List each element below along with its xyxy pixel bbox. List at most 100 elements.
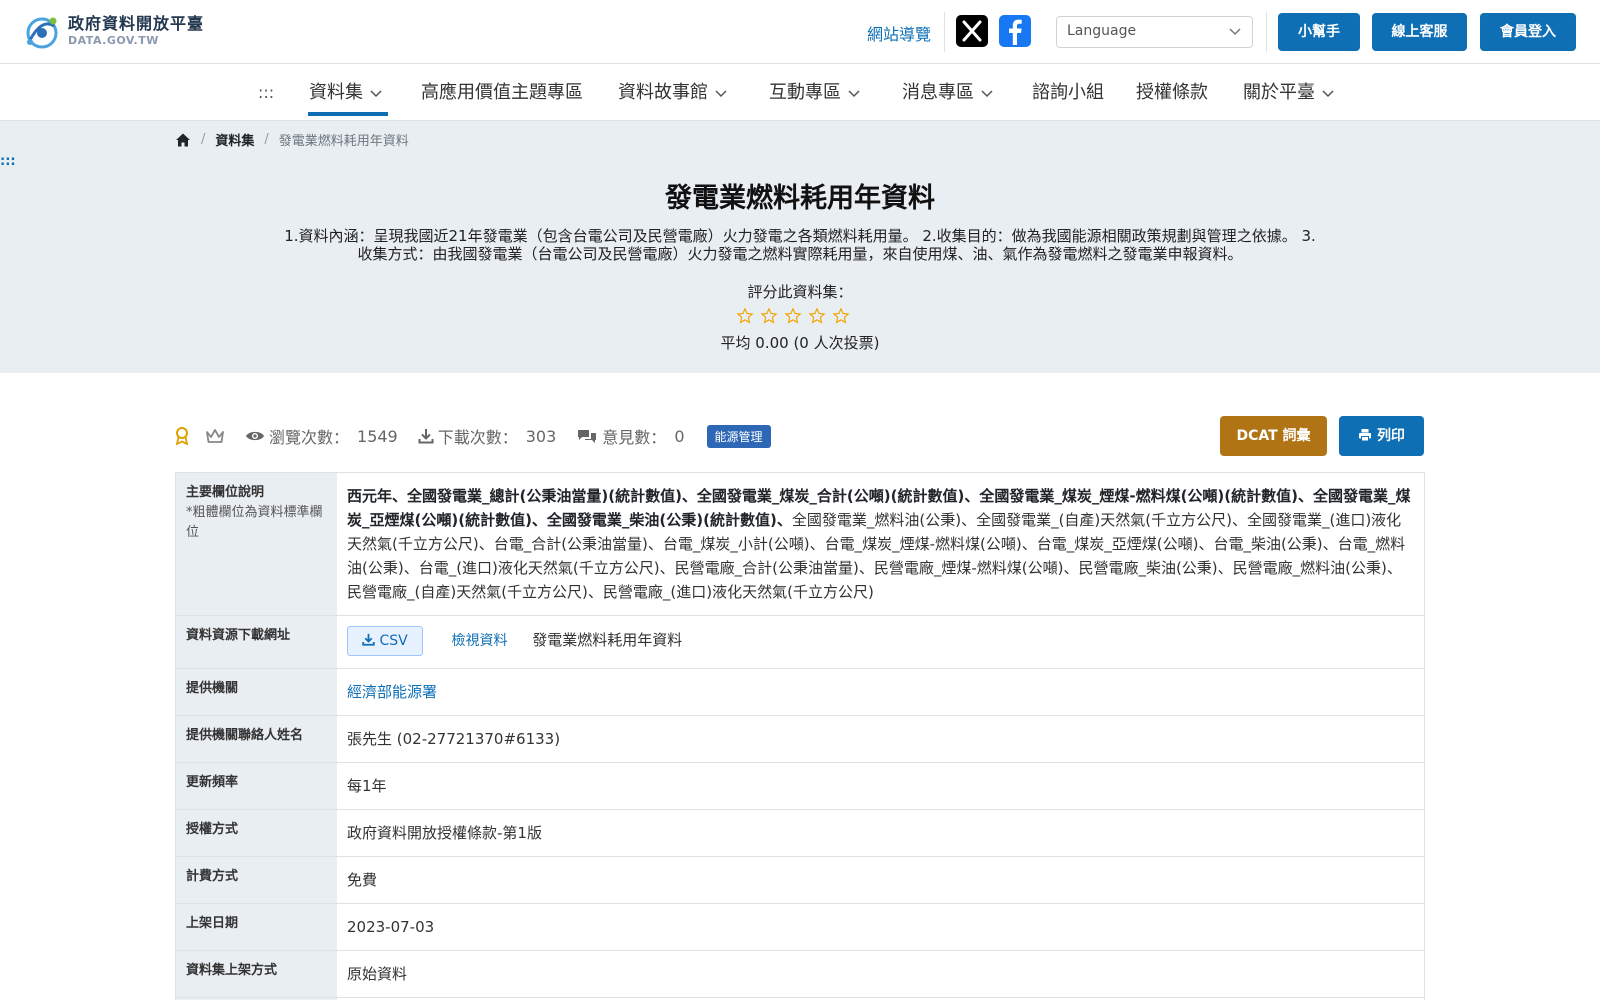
breadcrumb-separator: / — [201, 132, 206, 147]
online-service-button[interactable]: 線上客服 — [1372, 13, 1467, 51]
table-row: 資料集上架方式 原始資料 — [176, 951, 1424, 998]
x-twitter-icon[interactable] — [956, 15, 988, 47]
nav-item-label: 互動專區 — [769, 82, 841, 103]
nav-item-license[interactable]: 授權條款 — [1136, 64, 1208, 121]
csv-download-button[interactable]: CSV — [347, 626, 423, 656]
language-select-value: Language — [1067, 23, 1137, 39]
nav-accesskey[interactable]: ::: — [258, 64, 274, 121]
nav-item-label: 資料集 — [309, 82, 363, 103]
eye-icon — [246, 431, 264, 441]
breadcrumb: / 資料集 / 發電業燃料耗用年資料 — [175, 130, 409, 149]
dcat-vocab-button[interactable]: DCAT 詞彙 — [1220, 416, 1327, 456]
divider — [944, 12, 945, 52]
fee-value: 免費 — [347, 871, 378, 889]
chevron-down-icon — [1229, 28, 1241, 36]
page-title: 發電業燃料耗用年資料 — [665, 183, 935, 214]
downloads-count: 303 — [525, 426, 557, 446]
comments-label: 意見數： — [602, 428, 667, 447]
site-logo[interactable]: 政府資料開放平臺 DATA.GOV.TW — [22, 12, 204, 50]
table-row: 提供機關 經濟部能源署 — [176, 669, 1424, 716]
star-icon[interactable] — [808, 307, 826, 325]
facebook-icon[interactable] — [999, 15, 1031, 47]
dataset-stats: 瀏覽次數： 1549 下載次數： 303 意見數： 0 能源管理 — [175, 424, 771, 448]
nav-active-indicator — [308, 112, 388, 116]
crown-icon — [206, 429, 224, 443]
csv-label: CSV — [379, 633, 408, 649]
breadcrumb-datasets-link[interactable]: 資料集 — [215, 130, 254, 149]
row-header: 資料集上架方式 — [176, 951, 337, 997]
home-icon[interactable] — [175, 132, 191, 148]
fields-label: 主要欄位說明 — [186, 485, 265, 500]
publish-date-value: 2023-07-03 — [347, 918, 435, 936]
row-header: 上架日期 — [176, 904, 337, 950]
star-icon[interactable] — [760, 307, 778, 325]
star-icon[interactable] — [736, 307, 754, 325]
language-select[interactable]: Language — [1056, 16, 1253, 48]
resource-value: CSV 檢視資料 發電業燃料耗用年資料 — [337, 616, 1424, 668]
table-row: 主要欄位說明 *粗體欄位為資料標準欄位 西元年、全國發電業_總計(公秉油當量)(… — [176, 473, 1424, 616]
nav-item-advisory[interactable]: 諮詢小組 — [1032, 64, 1104, 121]
site-header: 政府資料開放平臺 DATA.GOV.TW 網站導覽 Language 小幫手 線… — [0, 0, 1600, 64]
row-header: 主要欄位說明 *粗體欄位為資料標準欄位 — [176, 473, 337, 615]
logo-subtitle: DATA.GOV.TW — [68, 34, 159, 47]
category-tag[interactable]: 能源管理 — [706, 424, 771, 448]
table-row: 更新頻率 每1年 — [176, 763, 1424, 810]
comments-count: 0 — [674, 426, 685, 446]
table-row: 提供機關聯絡人姓名 張先生 (02-27721370#6133) — [176, 716, 1424, 763]
nav-item-label: 授權條款 — [1136, 82, 1208, 103]
nav-item-interactive[interactable]: 互動專區 — [769, 64, 861, 121]
resource-name: 發電業燃料耗用年資料 — [532, 631, 683, 649]
nav-item-news[interactable]: 消息專區 — [902, 64, 994, 121]
chevron-down-icon — [715, 90, 727, 98]
rating-label: 評分此資料集： — [747, 283, 853, 301]
rating-average: 平均 0.00 (0 人次投票) — [720, 334, 880, 352]
nav-item-label: 資料故事館 — [618, 82, 708, 103]
fields-note: *粗體欄位為資料標準欄位 — [186, 505, 323, 540]
breadcrumb-separator: / — [264, 132, 269, 147]
star-icon[interactable] — [832, 307, 850, 325]
table-row: 上架日期 2023-07-03 — [176, 904, 1424, 951]
chevron-down-icon — [981, 90, 993, 98]
downloads-label: 下載次數： — [437, 428, 518, 447]
divider — [1266, 12, 1267, 52]
login-button[interactable]: 會員登入 — [1480, 13, 1576, 51]
frequency-value: 每1年 — [347, 777, 387, 795]
dataset-hero: / 資料集 / 發電業燃料耗用年資料 ::: 發電業燃料耗用年資料 1.資料內涵… — [0, 121, 1600, 373]
row-header: 提供機關聯絡人姓名 — [176, 716, 337, 762]
nav-item-label: 高應用價值主題專區 — [421, 82, 583, 103]
dataset-description: 1.資料內涵：呈現我國近21年發電業（包含台電公司及民營電廠）火力發電之各類燃料… — [284, 227, 1316, 263]
nav-item-high-value[interactable]: 高應用價值主題專區 — [421, 64, 583, 121]
nav-item-stories[interactable]: 資料故事館 — [618, 64, 728, 121]
content-accesskey[interactable]: ::: — [0, 154, 16, 169]
row-header: 計費方式 — [176, 857, 337, 903]
license-value: 政府資料開放授權條款-第1版 — [347, 824, 542, 842]
contact-value: 張先生 (02-27721370#6133) — [347, 730, 561, 748]
table-row: 計費方式 免費 — [176, 857, 1424, 904]
view-data-link[interactable]: 檢視資料 — [451, 629, 507, 653]
provider-value: 經濟部能源署 — [337, 669, 1424, 715]
nav-item-about[interactable]: 關於平臺 — [1243, 64, 1335, 121]
download-icon — [418, 429, 434, 444]
logo-icon — [26, 17, 58, 49]
print-button[interactable]: 列印 — [1339, 416, 1424, 456]
provider-link[interactable]: 經濟部能源署 — [347, 683, 437, 701]
nav-item-label: 關於平臺 — [1243, 82, 1315, 103]
logo-title: 政府資料開放平臺 — [68, 14, 205, 33]
print-label: 列印 — [1376, 428, 1405, 444]
award-icon — [175, 427, 189, 445]
row-header: 更新頻率 — [176, 763, 337, 809]
chevron-down-icon — [848, 90, 860, 98]
star-icon[interactable] — [784, 307, 802, 325]
chevron-down-icon — [370, 90, 382, 98]
rating-stars — [736, 307, 850, 325]
row-header: 授權方式 — [176, 810, 337, 856]
comments-icon — [578, 430, 597, 443]
sitemap-link[interactable]: 網站導覽 — [867, 21, 931, 45]
helper-button[interactable]: 小幫手 — [1278, 13, 1360, 51]
views-label: 瀏覽次數： — [269, 428, 350, 447]
nav-item-label: 消息專區 — [902, 82, 974, 103]
nav-item-label: 諮詢小組 — [1032, 82, 1104, 103]
dataset-info-table: 主要欄位說明 *粗體欄位為資料標準欄位 西元年、全國發電業_總計(公秉油當量)(… — [175, 472, 1425, 1000]
chevron-down-icon — [1322, 90, 1334, 98]
row-header: 提供機關 — [176, 669, 337, 715]
